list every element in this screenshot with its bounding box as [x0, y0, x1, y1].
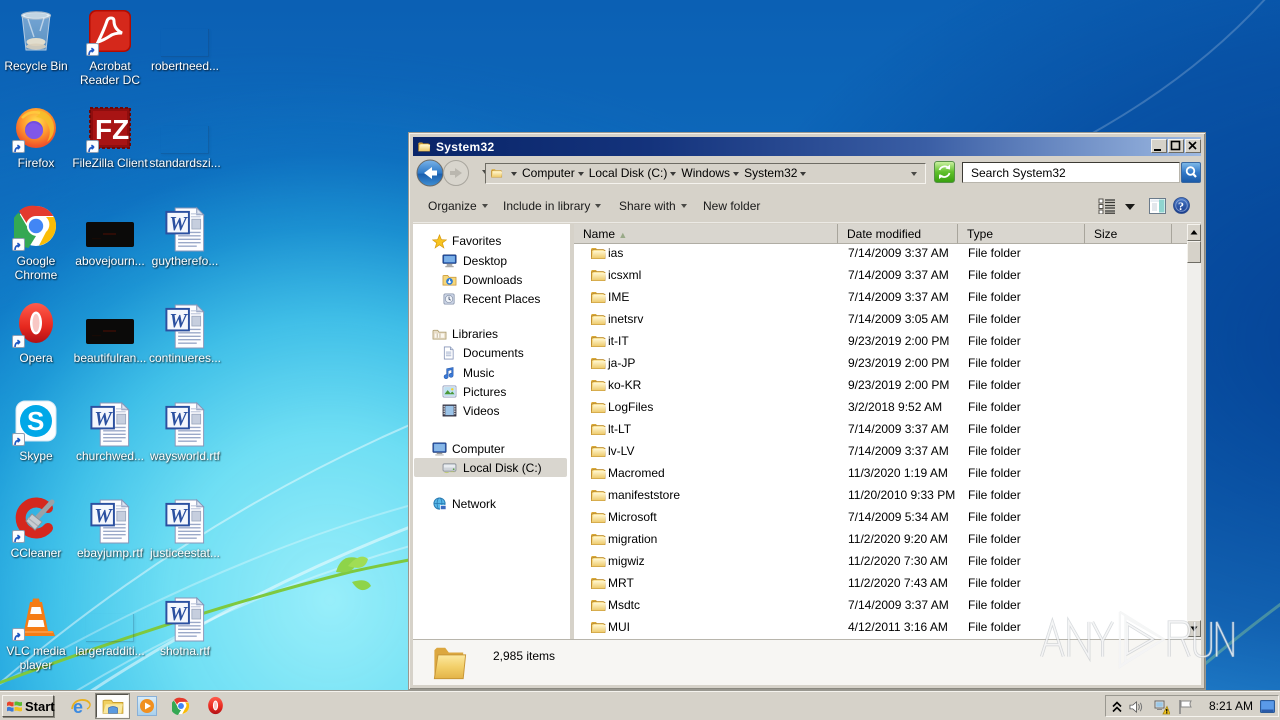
svg-text:S: S	[27, 406, 44, 436]
svg-text:FZ: FZ	[95, 114, 129, 145]
svg-text:?: ?	[1178, 199, 1184, 213]
